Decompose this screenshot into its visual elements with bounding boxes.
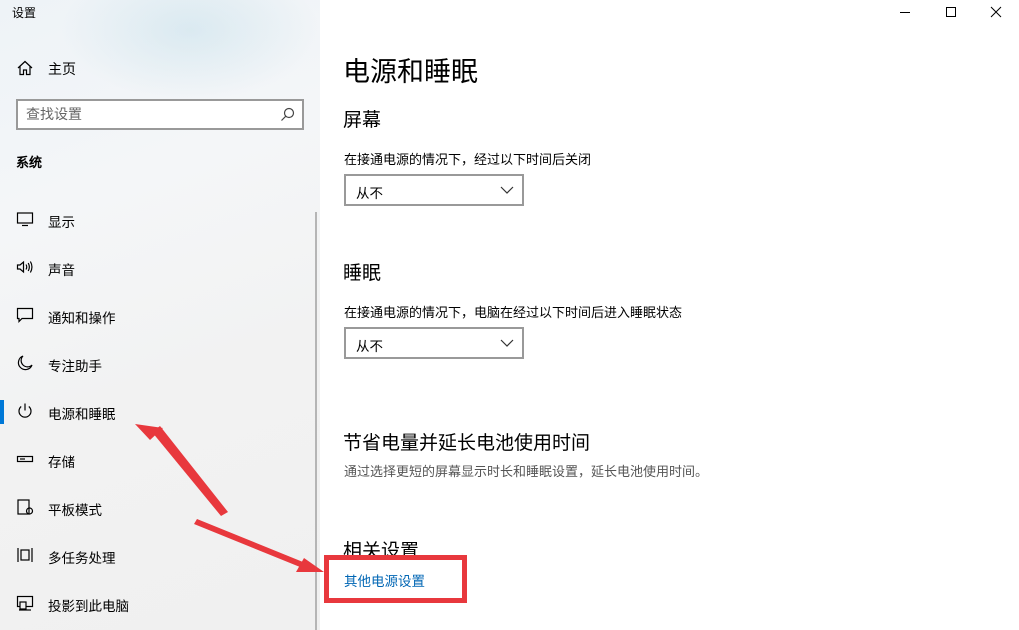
- chevron-down-icon: [500, 186, 514, 194]
- screen-timeout-dropdown[interactable]: 从不: [344, 174, 524, 206]
- search-input[interactable]: [26, 106, 276, 123]
- sidebar-item-label: 声音: [48, 263, 75, 279]
- app-title: 设置: [12, 6, 37, 20]
- sidebar-home[interactable]: 主页: [0, 56, 320, 80]
- screen-description: 在接通电源的情况下，经过以下时间后关闭: [344, 153, 592, 168]
- maximize-button[interactable]: [928, 0, 974, 24]
- storage-icon: [16, 455, 34, 463]
- sleep-heading: 睡眠: [343, 262, 382, 284]
- page-title: 电源和睡眠: [343, 57, 478, 88]
- monitor-icon: [16, 212, 34, 227]
- search-icon[interactable]: [280, 107, 295, 122]
- chevron-down-icon: [500, 339, 514, 347]
- related-settings-heading: 相关设置: [343, 540, 420, 562]
- sidebar-item-label: 通知和操作: [48, 311, 116, 327]
- moon-icon: [17, 355, 33, 371]
- sidebar-item-power-sleep[interactable]: 电源和睡眠: [0, 388, 320, 436]
- home-icon: [17, 60, 33, 76]
- screen-timeout-value: 从不: [356, 186, 383, 202]
- sidebar-item-tablet-mode[interactable]: 平板模式: [0, 484, 320, 532]
- screen-heading: 屏幕: [343, 109, 382, 131]
- sidebar-item-sound[interactable]: 声音: [0, 244, 320, 292]
- sidebar-item-label: 存储: [48, 455, 75, 471]
- section-label-system: 系统: [16, 156, 43, 171]
- sidebar-item-label: 电源和睡眠: [48, 407, 116, 423]
- power-icon: [18, 403, 32, 418]
- sidebar-item-display[interactable]: 显示: [0, 196, 320, 244]
- multitask-icon: [17, 548, 33, 562]
- battery-description: 通过选择更短的屏幕显示时长和睡眠设置，延长电池使用时间。: [344, 465, 709, 480]
- sidebar-home-label: 主页: [48, 62, 76, 78]
- sidebar-item-label: 显示: [48, 215, 75, 231]
- project-icon: [16, 595, 34, 611]
- sidebar-item-label: 投影到此电脑: [48, 599, 129, 615]
- close-button[interactable]: [973, 0, 1019, 24]
- maximize-icon: [946, 7, 956, 17]
- battery-heading: 节省电量并延长电池使用时间: [343, 432, 591, 454]
- sidebar-item-label: 专注助手: [48, 359, 102, 375]
- message-icon: [16, 307, 34, 323]
- close-icon: [990, 6, 1002, 18]
- minimize-icon: [900, 12, 910, 13]
- tablet-icon: [17, 499, 34, 515]
- sidebar-item-project-to-pc[interactable]: 投影到此电脑: [0, 580, 320, 628]
- sidebar-item-focus-assist[interactable]: 专注助手: [0, 340, 320, 388]
- sidebar-item-label: 平板模式: [48, 503, 102, 519]
- sleep-timeout-dropdown[interactable]: 从不: [344, 327, 524, 359]
- sleep-timeout-value: 从不: [356, 339, 383, 355]
- sidebar-item-notifications[interactable]: 通知和操作: [0, 292, 320, 340]
- sidebar-item-multitasking[interactable]: 多任务处理: [0, 532, 320, 580]
- minimize-button[interactable]: [882, 0, 928, 24]
- sleep-description: 在接通电源的情况下，电脑在经过以下时间后进入睡眠状态: [344, 306, 683, 321]
- sidebar: 设置 主页 系统 显示 声: [0, 0, 320, 630]
- sidebar-item-label: 多任务处理: [48, 551, 116, 567]
- speaker-icon: [16, 260, 33, 274]
- sidebar-scrollbar[interactable]: [315, 212, 317, 630]
- additional-power-settings-link[interactable]: 其他电源设置: [344, 570, 425, 590]
- sidebar-nav: 显示 声音 通知和操作 专注助手 电源和睡眠 存储 平板模式 多任务处理 投影到…: [0, 196, 320, 628]
- search-box[interactable]: [16, 99, 304, 130]
- sidebar-item-storage[interactable]: 存储: [0, 436, 320, 484]
